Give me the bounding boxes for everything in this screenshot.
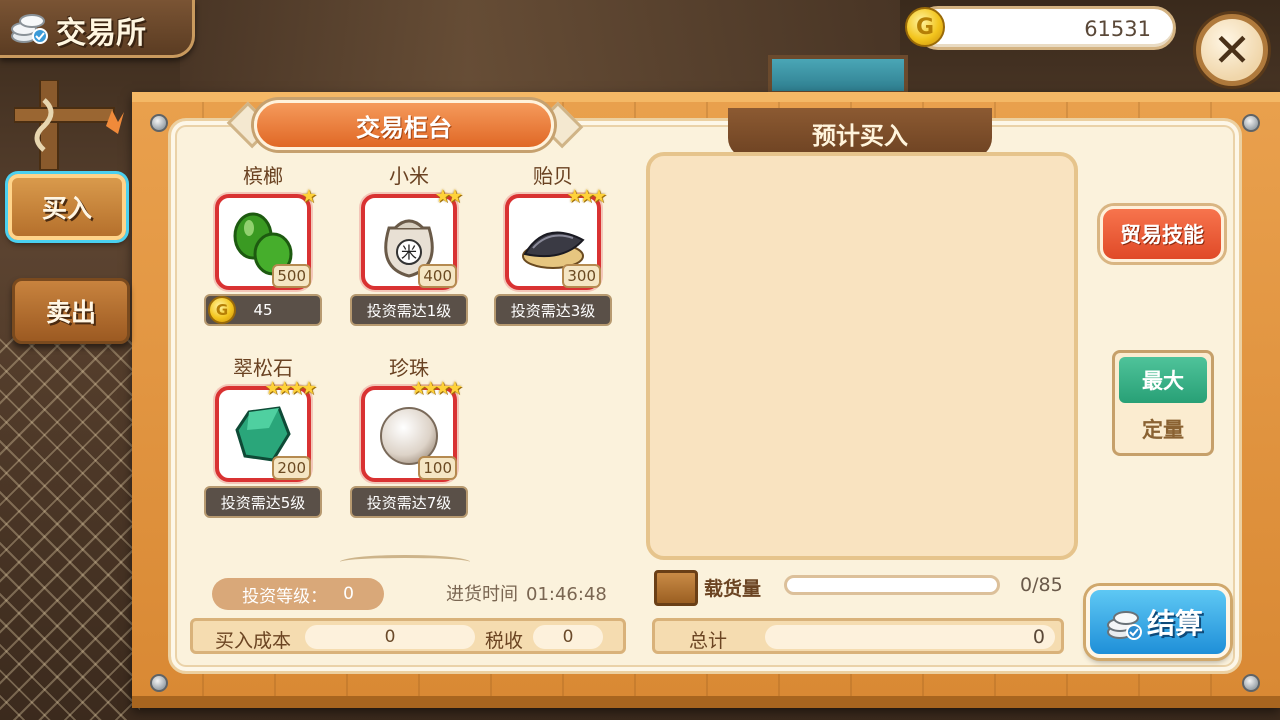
star-rating: ★ bbox=[300, 186, 317, 207]
coins-icon bbox=[11, 14, 48, 44]
trade-skill-label: 贸易技能 bbox=[1120, 223, 1204, 247]
invest-level-value: 0 bbox=[343, 584, 354, 604]
item-requirement: 投资需达7级 bbox=[366, 493, 452, 512]
item-quantity: 500 bbox=[272, 264, 311, 288]
item-slot[interactable]: ★ 500 bbox=[215, 186, 317, 290]
item-name: 贻贝 bbox=[533, 164, 573, 188]
item-quantity: 300 bbox=[562, 264, 601, 288]
star-rating: ★★★ bbox=[566, 186, 607, 207]
bolt-icon bbox=[150, 674, 168, 692]
restock-value: 01:46:48 bbox=[526, 584, 607, 605]
item-name: 珍珠 bbox=[389, 356, 429, 380]
gold-coin-icon: G bbox=[905, 7, 945, 47]
invest-level-label: 投资等级： bbox=[242, 586, 328, 607]
coin-amount: 61531 bbox=[1084, 17, 1151, 41]
item-price-bar: G 45 bbox=[204, 294, 322, 326]
restock-label: 进货时间 bbox=[446, 584, 518, 605]
bolt-icon bbox=[1242, 114, 1260, 132]
item-card-betel[interactable]: 槟榔 ★ 500 G 45 bbox=[198, 160, 328, 326]
title-plate: 交易所 bbox=[0, 0, 195, 58]
background-window bbox=[768, 55, 908, 95]
page-title: 交易所 bbox=[56, 16, 146, 51]
tax-label: 税收 bbox=[485, 630, 524, 652]
tab-buy[interactable]: 买入 bbox=[8, 174, 126, 240]
tab-buy-label: 买入 bbox=[41, 194, 92, 223]
cargo-label: 载货量 bbox=[704, 578, 762, 600]
close-icon: ✕ bbox=[1212, 23, 1252, 77]
estimate-list bbox=[646, 152, 1078, 560]
cargo-crate-icon bbox=[654, 570, 698, 606]
item-requirement-bar: 投资需达1级 bbox=[350, 294, 468, 326]
star-rating: ★★★★ bbox=[410, 378, 463, 399]
fixed-label: 定量 bbox=[1142, 418, 1184, 442]
item-card-millet[interactable]: 小米 米 ★★ 400 投资需达1级 bbox=[344, 160, 474, 326]
item-card-turquoise[interactable]: 翠松石 ★★★★ 200 投资需达5级 bbox=[198, 352, 328, 518]
max-quantity-button[interactable]: 最大 bbox=[1119, 357, 1207, 403]
total-bar: 总计 0 bbox=[652, 618, 1064, 654]
bolt-icon bbox=[1242, 674, 1260, 692]
section-divider bbox=[340, 555, 470, 569]
cargo-count: 0/85 bbox=[1020, 574, 1063, 596]
coins-icon bbox=[1107, 611, 1142, 640]
estimate-title: 预计买入 bbox=[812, 121, 908, 150]
restock-timer: 进货时间 01:46:48 bbox=[446, 580, 607, 606]
close-button[interactable]: ✕ bbox=[1196, 14, 1268, 86]
item-requirement: 投资需达1级 bbox=[366, 301, 452, 320]
item-requirement-bar: 投资需达7级 bbox=[350, 486, 468, 518]
cost-bar: 买入成本 0 税收 0 bbox=[190, 618, 626, 654]
quantity-mode-panel: 最大 定量 bbox=[1112, 350, 1214, 456]
tab-sell-label: 卖出 bbox=[45, 298, 96, 327]
item-slot[interactable]: ★★★ 300 bbox=[505, 186, 607, 290]
total-label: 总计 bbox=[689, 630, 728, 652]
tax-value: 0 bbox=[533, 625, 603, 649]
item-name: 槟榔 bbox=[243, 164, 283, 188]
max-label: 最大 bbox=[1142, 369, 1184, 393]
item-requirement: 投资需达5级 bbox=[220, 493, 306, 512]
cargo-progress-bar bbox=[784, 575, 1000, 595]
invest-level-badge: 投资等级： 0 bbox=[212, 578, 384, 610]
buy-cost-value: 0 bbox=[305, 625, 475, 649]
item-requirement-bar: 投资需达5级 bbox=[204, 486, 322, 518]
item-name: 小米 bbox=[389, 164, 429, 188]
checkout-button[interactable]: 结算 bbox=[1086, 586, 1230, 658]
star-rating: ★★ bbox=[434, 186, 463, 207]
background-fishing-net bbox=[0, 330, 140, 720]
item-requirement-bar: 投资需达3级 bbox=[494, 294, 612, 326]
rope-post-icon bbox=[14, 80, 124, 170]
buy-cost-label: 买入成本 bbox=[215, 630, 292, 652]
item-quantity: 100 bbox=[418, 456, 457, 480]
bolt-icon bbox=[150, 114, 168, 132]
coin-counter: G 61531 bbox=[905, 6, 1176, 50]
star-rating: ★★★★ bbox=[264, 378, 317, 399]
item-price: 45 bbox=[253, 301, 273, 319]
item-quantity: 400 bbox=[418, 264, 457, 288]
gold-coin-icon: G bbox=[208, 296, 236, 324]
counter-title: 交易柜台 bbox=[356, 113, 452, 142]
item-slot[interactable]: ★★★★ 100 bbox=[361, 378, 463, 482]
checkout-label: 结算 bbox=[1146, 607, 1203, 640]
item-card-pearl[interactable]: 珍珠 ★★★★ 100 投资需达7级 bbox=[344, 352, 474, 518]
item-slot[interactable]: 米 ★★ 400 bbox=[361, 186, 463, 290]
estimate-header: 预计买入 bbox=[728, 108, 992, 158]
trade-skill-button[interactable]: 贸易技能 bbox=[1100, 206, 1224, 262]
item-name: 翠松石 bbox=[233, 356, 293, 380]
fixed-quantity-button[interactable]: 定量 bbox=[1119, 409, 1207, 449]
item-quantity: 200 bbox=[272, 456, 311, 480]
item-card-mussel[interactable]: 贻贝 ★★★ 300 投资需达3级 bbox=[488, 160, 618, 326]
tab-sell[interactable]: 卖出 bbox=[12, 278, 130, 344]
counter-title-ribbon: 交易柜台 bbox=[254, 100, 554, 150]
item-slot[interactable]: ★★★★ 200 bbox=[215, 378, 317, 482]
item-requirement: 投资需达3级 bbox=[510, 301, 596, 320]
svg-text:米: 米 bbox=[401, 243, 417, 262]
total-value: 0 bbox=[765, 625, 1055, 649]
